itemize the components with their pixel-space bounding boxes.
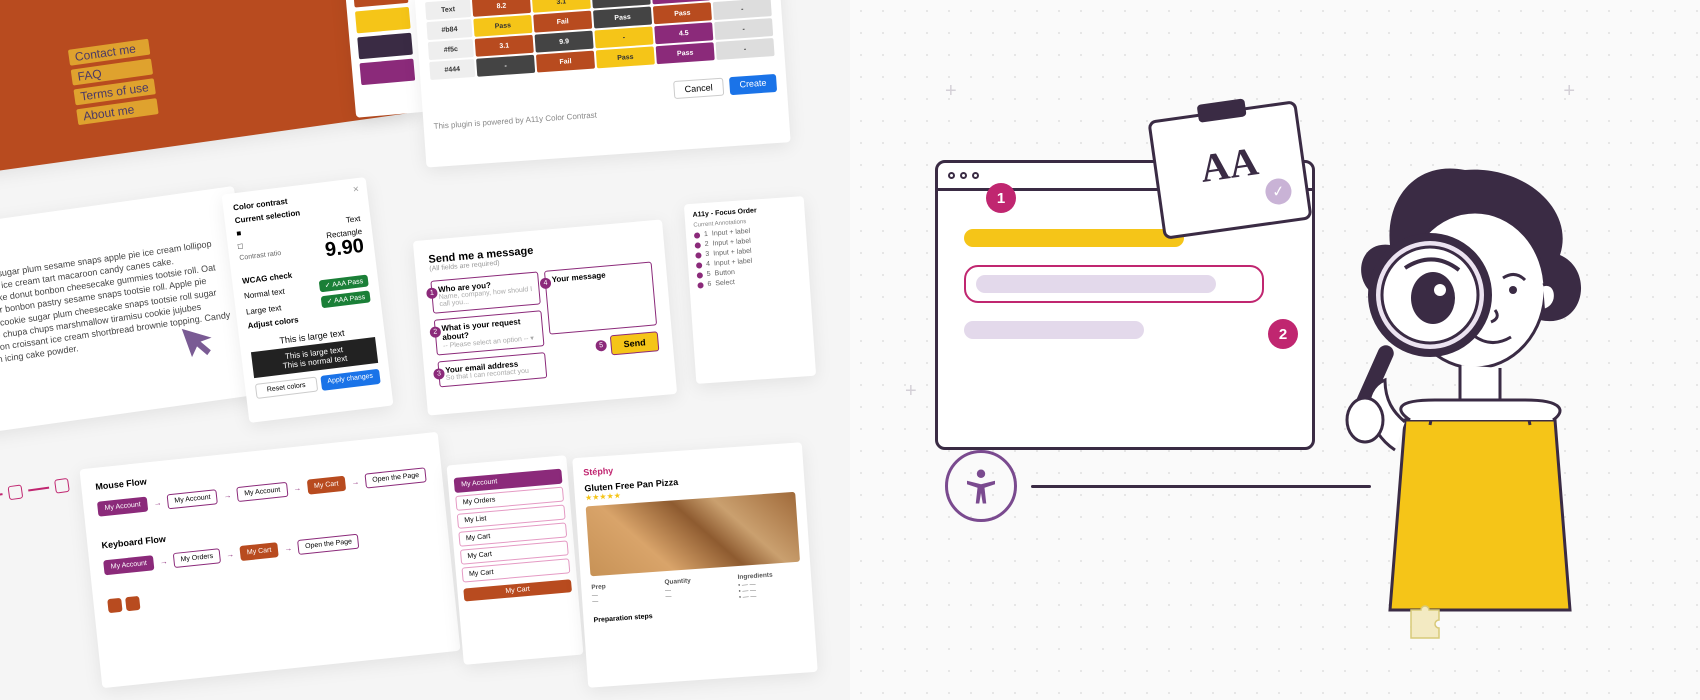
apply-button[interactable]: Apply changes [320, 369, 381, 391]
recipe-card: Stéphy Gluten Free Pan Pizza ★★★★★ Prep—… [572, 442, 817, 687]
close-icon[interactable]: × [352, 184, 359, 196]
focus-order-card: A11y - Focus Order Current Annotations 1… [684, 196, 816, 384]
swatch [357, 33, 413, 60]
email-field[interactable]: 3 Your email address So that I can recon… [437, 352, 547, 387]
flow-avatars [107, 565, 439, 614]
plus-icon: + [1563, 80, 1575, 103]
accessibility-icon [945, 450, 1017, 522]
color-swatches-card [344, 0, 426, 118]
flow-node: My Account [97, 497, 148, 517]
flow-node: My Cart [306, 476, 346, 495]
large-text-label: Large text [245, 303, 281, 316]
preview-box: This is large text This is large text Th… [249, 321, 378, 378]
clipboard-aa: AA ✓ [1147, 100, 1312, 240]
swatch [359, 59, 415, 86]
message-label: Your message [551, 267, 645, 284]
content-line [964, 321, 1144, 339]
plus-icon: + [945, 80, 957, 103]
swatch [353, 0, 409, 8]
body-text-card: a 26px Title px text... Cookie muffin su… [0, 186, 263, 444]
clipboard-clip-icon [1197, 98, 1247, 123]
flow-node: My Orders [173, 548, 221, 568]
flow-node: My Account [167, 489, 218, 509]
contrast-grid: Text 8.2 3.1 12.4 6.7 - #b84 Pass Fail P… [425, 0, 775, 80]
normal-text-label: Normal text [243, 286, 285, 300]
content-line [976, 275, 1216, 293]
pass-badge: ✓ AAA Pass [321, 290, 371, 308]
flow-node: Open the Page [365, 467, 427, 488]
plus-icon: + [905, 380, 917, 403]
collage-left: Contact me FAQ Terms of use About me Jel… [0, 0, 850, 700]
create-button[interactable]: Create [729, 74, 777, 95]
about-field[interactable]: 2 What is your request about? -- Please … [434, 310, 545, 355]
swatch [355, 7, 411, 34]
recipe-image [586, 492, 800, 576]
who-field[interactable]: 1 Who are you? Name, company, how should… [430, 271, 540, 313]
window-dot-icon [960, 172, 967, 179]
message-field[interactable]: 4 Your message [544, 262, 657, 335]
send-button[interactable]: Send [610, 331, 660, 355]
illustration-right: + + + 1 2 AA ✓ [850, 0, 1700, 700]
flow-node: My Account [103, 555, 154, 575]
cancel-button[interactable]: Cancel [673, 78, 724, 99]
highlighted-row [964, 265, 1264, 303]
mini-flow-icon [0, 477, 85, 573]
window-dot-icon [948, 172, 955, 179]
banner-nav: Contact me FAQ Terms of use About me [68, 39, 158, 125]
contact-form-card: Send me a message (All fields are requir… [413, 219, 677, 415]
step-badge-1: 1 [986, 183, 1016, 213]
step-badge-2: 2 [1268, 319, 1298, 349]
pass-badge: ✓ AAA Pass [319, 275, 369, 293]
opt-text: Text [345, 214, 361, 225]
content-line [964, 229, 1184, 247]
puzzle-icon [1405, 600, 1445, 640]
flow-node: Open the Page [297, 534, 359, 555]
person-with-magnifier-icon [1295, 150, 1635, 630]
focus-list-card: My Account My Orders My List My Cart My … [447, 455, 584, 665]
window-dot-icon [972, 172, 979, 179]
flow-diagram-card: Mouse Flow My Account→ My Account→ My Ac… [79, 432, 460, 688]
flow-node: My Cart [239, 542, 279, 561]
list-end: My Cart [463, 579, 572, 601]
flow-node: My Account [237, 482, 288, 502]
reset-button[interactable]: Reset colors [255, 377, 318, 399]
contrast-matrix-card: Text 8.2 3.1 12.4 6.7 - #b84 Pass Fail P… [414, 0, 790, 168]
contrast-panel-card: × Color contrast Current selection ■Text… [222, 177, 394, 423]
